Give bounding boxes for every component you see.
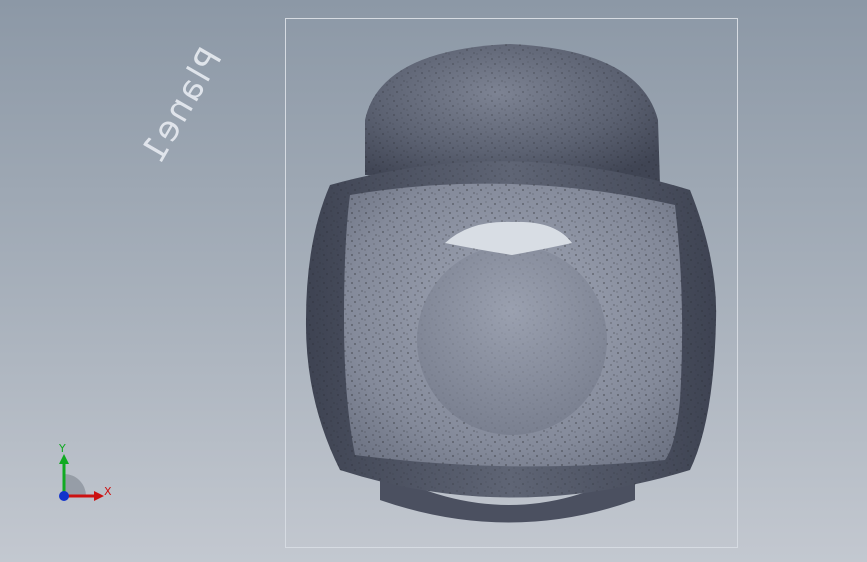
part-model[interactable] [0,0,867,562]
axis-triad[interactable]: Y X [50,440,120,510]
y-axis-label: Y [59,442,66,455]
z-axis-dot [59,491,69,501]
graphics-viewport[interactable]: Plane1 Y X [0,0,867,562]
x-axis-label: X [104,485,112,498]
